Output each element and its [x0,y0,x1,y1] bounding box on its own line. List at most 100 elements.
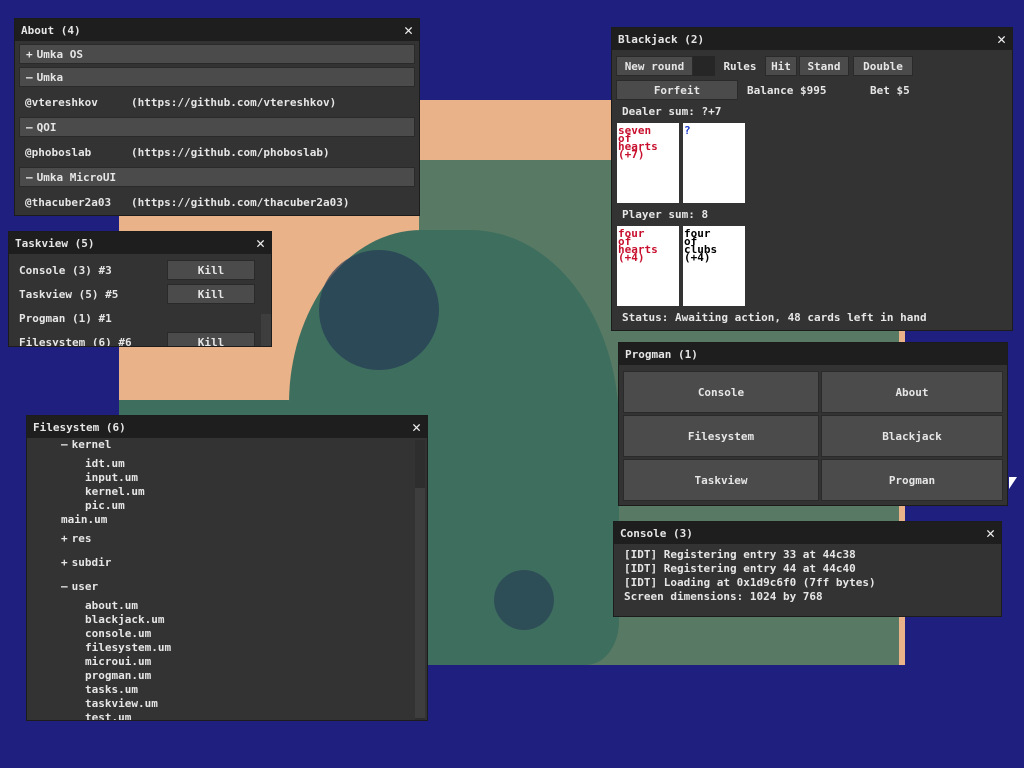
task-name: Taskview (5) #5 [19,287,119,301]
about-credit: @vtereshkov (https://github.com/vtereshk… [25,95,337,109]
double-button[interactable]: Double [853,56,913,76]
app-button-about[interactable]: About [821,371,1003,413]
fs-item-label: user [71,579,99,593]
progman-title: Progman (1) [625,347,698,361]
hit-button[interactable]: Hit [765,56,797,76]
about-section-label: Umka MicroUI [36,170,117,184]
console-line: [IDT] Registering entry 44 at 44c40 [624,562,856,575]
task-name: Console (3) #3 [19,263,112,277]
file-item[interactable]: about.um [27,598,415,612]
about-content: + Umka OS — Umka @vtereshkov (https://github… [15,44,419,214]
card-text-line [684,151,744,159]
file-item[interactable]: console.um [27,626,415,640]
empty-slot [693,56,715,76]
about-window: About (4) ✕ + Umka OS — Umka @vtereshkov (ht… [14,18,420,216]
app-button-filesystem[interactable]: Filesystem [623,415,819,457]
console-title: Console (3) [620,526,693,540]
balance-text: Balance $995 [747,84,827,97]
fs-item-label: input.um [85,470,138,484]
app-button-blackjack[interactable]: Blackjack [821,415,1003,457]
rules-label[interactable]: Rules [715,56,765,76]
dealer-hand: seven of hearts (+7)? [617,123,757,205]
about-section-label: Umka OS [36,47,83,61]
about-section-header[interactable]: — QOI [19,117,415,137]
stand-button[interactable]: Stand [799,56,849,76]
taskview-scrollbar[interactable] [261,314,271,346]
blackjack-titlebar[interactable]: Blackjack (2) ✕ [612,28,1012,50]
close-icon[interactable]: ✕ [256,235,265,251]
file-item[interactable]: input.um [27,470,415,484]
app-button-console[interactable]: Console [623,371,819,413]
playing-card: four of hearts (+4) [617,226,679,306]
plus-icon: + [61,531,68,545]
about-section-label: QOI [36,120,57,134]
fs-item-label: pic.um [85,498,125,512]
about-section-label: Umka [36,70,64,84]
plus-icon: + [61,555,68,569]
status-text: Status: Awaiting action, 48 cards left i… [622,311,927,324]
fs-item-label: progman.um [85,668,152,682]
folder-item[interactable]: — user [27,574,415,598]
file-item[interactable]: idt.um [27,456,415,470]
about-section-header[interactable]: — Umka [19,67,415,87]
fs-item-label: console.um [85,626,152,640]
file-item[interactable]: main.um [27,512,415,526]
app-button-progman[interactable]: Progman [821,459,1003,501]
close-icon[interactable]: ✕ [997,31,1006,47]
task-row: Filesystem (6) #6 Kill [9,330,271,346]
fs-item-label: res [71,531,92,545]
forfeit-button[interactable]: Forfeit [616,80,738,100]
close-icon[interactable]: ✕ [404,22,413,38]
console-output: [IDT] Registering entry 33 at 44c38 [IDT]… [614,544,1001,608]
fs-item-label: test.um [85,710,132,721]
player-hand: four of hearts (+4) four of clubs (+4) [617,226,757,308]
progman-titlebar[interactable]: Progman (1) [619,343,1007,365]
console-line: [IDT] Loading at 0x1d9c6f0 (7ff bytes) [624,576,876,589]
plus-icon: + [26,47,33,61]
playing-card: ? [683,123,745,203]
kill-button[interactable]: Kill [167,284,255,304]
folder-item[interactable]: + res [27,526,415,550]
console-window: Console (3) ✕ [IDT] Registering entry 33… [613,521,1002,617]
minus-icon: — [26,70,33,84]
close-icon[interactable]: ✕ [986,525,995,541]
file-item[interactable]: microui.um [27,654,415,668]
about-section-header[interactable]: + Umka OS [19,44,415,64]
taskview-list: Console (3) #3 Kill Taskview (5) #5 Kill Pro… [9,254,271,346]
task-row: Console (3) #3 Kill [9,258,271,282]
folder-item[interactable]: — kernel [27,432,415,456]
player-sum: Player sum: 8 [622,208,709,221]
taskview-title: Taskview (5) [15,236,95,250]
task-row: Taskview (5) #5 Kill [9,282,271,306]
file-item[interactable]: kernel.um [27,484,415,498]
new-round-button[interactable]: New round [616,56,693,76]
about-section-header[interactable]: — Umka MicroUI [19,167,415,187]
filesystem-tree: — kernel idt.um input.um kernel.um pic.um main… [27,432,415,721]
file-item[interactable]: filesystem.um [27,640,415,654]
fs-item-label: kernel.um [85,484,145,498]
console-line: Screen dimensions: 1024 by 768 [624,590,823,603]
about-titlebar[interactable]: About (4) ✕ [15,19,419,41]
folder-item[interactable]: + subdir [27,550,415,574]
progman-app-grid: Console About Filesystem Blackjack Taskview P… [623,371,1003,501]
filesystem-scrollbar-thumb[interactable] [415,488,425,718]
about-title: About (4) [21,23,81,37]
app-button-taskview[interactable]: Taskview [623,459,819,501]
taskview-titlebar[interactable]: Taskview (5) ✕ [9,232,271,254]
file-item[interactable]: blackjack.um [27,612,415,626]
console-line: [IDT] Registering entry 33 at 44c38 [624,548,856,561]
minus-icon: — [26,120,33,134]
file-item[interactable]: tasks.um [27,682,415,696]
playing-card: four of clubs (+4) [683,226,745,306]
progman-window: Progman (1) Console About Filesystem Blackj… [618,342,1008,506]
file-item[interactable]: progman.um [27,668,415,682]
task-name: Progman (1) #1 [19,311,112,325]
kill-button[interactable]: Kill [167,260,255,280]
file-item[interactable]: taskview.um [27,696,415,710]
file-item[interactable]: pic.um [27,498,415,512]
filesystem-scrollbar-track[interactable] [415,440,425,720]
kill-button[interactable]: Kill [167,332,255,346]
file-item[interactable]: test.um [27,710,415,721]
dealer-sum: Dealer sum: ?+7 [622,105,722,118]
console-titlebar[interactable]: Console (3) ✕ [614,522,1001,544]
